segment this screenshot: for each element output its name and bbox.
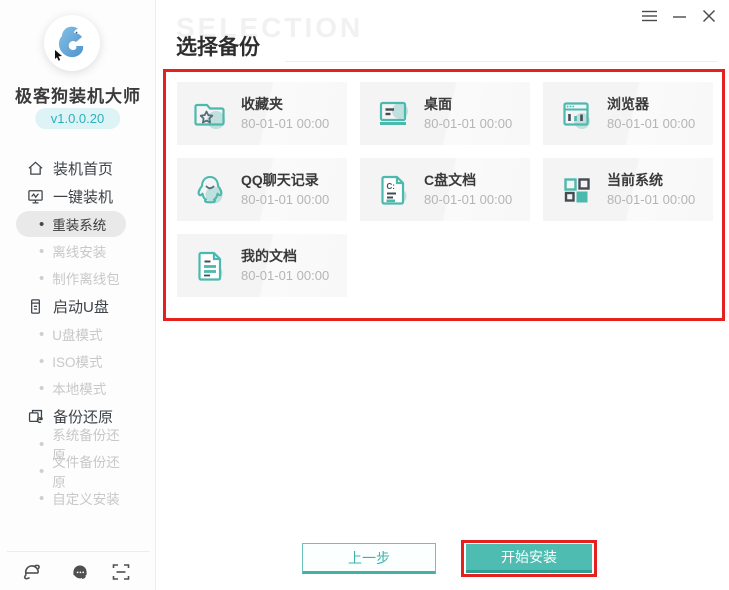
bullet-icon: •: [39, 491, 44, 506]
sidebar-item-label: 装机首页: [53, 158, 113, 179]
sidebar-item-label: ISO模式: [52, 351, 102, 371]
sidebar-item-section-5[interactable]: 启动U盘: [0, 292, 156, 320]
sidebar-item-4[interactable]: • 制作离线包: [16, 265, 126, 291]
desktop-icon: [373, 94, 413, 134]
app-title: 极客狗装机大师: [0, 82, 156, 107]
backup-card-title: 桌面: [424, 97, 512, 111]
sidebar-item-8[interactable]: • 本地模式: [16, 375, 126, 401]
sidebar-divider: [7, 551, 149, 552]
bullet-icon: •: [39, 271, 44, 286]
menu-icon[interactable]: [639, 6, 659, 26]
sidebar-item-label: 本地模式: [52, 378, 106, 398]
window-controls: [639, 6, 719, 26]
sidebar-item-label: 一键装机: [53, 186, 113, 207]
app-logo: [44, 15, 100, 71]
backup-card-title: QQ聊天记录: [241, 173, 329, 187]
backup-card-title: C盘文档: [424, 173, 512, 187]
usb-drive-icon: [27, 298, 44, 315]
backup-card-title: 收藏夹: [241, 97, 329, 111]
page-title: 选择备份: [176, 31, 260, 61]
sidebar-footer: [0, 560, 156, 586]
bullet-icon: •: [39, 437, 44, 452]
qr-scan-icon[interactable]: [111, 562, 131, 582]
sidebar-item-3[interactable]: • 离线安装: [16, 238, 126, 264]
sidebar-item-12[interactable]: • 自定义安装: [16, 485, 126, 511]
svg-text:C:: C:: [387, 182, 395, 191]
backup-card-1[interactable]: 桌面 80-01-01 00:00: [360, 82, 530, 145]
bullet-icon: •: [39, 244, 44, 259]
backup-card-5[interactable]: 当前系统 80-01-01 00:00: [543, 158, 713, 221]
my-documents-icon: [190, 246, 230, 286]
minimize-icon[interactable]: [669, 6, 689, 26]
sidebar-item-label: 制作离线包: [52, 268, 120, 288]
backup-card-timestamp: 80-01-01 00:00: [241, 117, 329, 130]
backup-card-title: 当前系统: [607, 173, 695, 187]
favorites-folder-icon: [190, 94, 230, 134]
close-icon[interactable]: [699, 6, 719, 26]
sidebar-item-label: 自定义安装: [52, 488, 120, 508]
title-underline: [285, 61, 717, 62]
sidebar-item-label: 重装系统: [52, 214, 106, 234]
sidebar: 极客狗装机大师 v1.0.0.20 装机首页一键装机 • 重装系统 • 离线安装 • 制作离…: [0, 0, 156, 590]
monitor-icon: [27, 188, 44, 205]
sidebar-item-section-1[interactable]: 一键装机: [0, 182, 156, 210]
qq-chat-icon: [190, 170, 230, 210]
bullet-icon: •: [39, 354, 44, 369]
start-install-button[interactable]: 开始安装: [466, 544, 592, 573]
bullet-icon: •: [39, 464, 44, 479]
sidebar-item-label: U盘模式: [52, 324, 102, 344]
backup-restore-icon: [27, 408, 44, 425]
backup-card-title: 浏览器: [607, 97, 695, 111]
version-badge: v1.0.0.20: [35, 108, 121, 129]
home-icon: [27, 160, 44, 177]
backup-card-timestamp: 80-01-01 00:00: [607, 117, 695, 130]
backup-card-2[interactable]: 浏览器 80-01-01 00:00: [543, 82, 713, 145]
previous-step-button[interactable]: 上一步: [302, 543, 436, 574]
sidebar-item-label: 离线安装: [52, 241, 106, 261]
backup-card-3[interactable]: QQ聊天记录 80-01-01 00:00: [177, 158, 347, 221]
ie-browser-icon[interactable]: [22, 562, 42, 582]
sidebar-item-2[interactable]: • 重装系统: [16, 211, 126, 237]
sidebar-menu: 装机首页一键装机•重装系统•离线安装•制作离线包启动U盘•U盘模式•ISO模式•…: [0, 154, 156, 512]
backup-card-timestamp: 80-01-01 00:00: [607, 193, 695, 206]
sidebar-item-label: 文件备份还原: [52, 451, 126, 491]
sidebar-item-7[interactable]: • ISO模式: [16, 348, 126, 374]
bullet-icon: •: [39, 217, 44, 232]
c-drive-doc-icon: C:: [373, 170, 413, 210]
browser-icon: [556, 94, 596, 134]
mouse-cursor-icon: [54, 50, 63, 61]
backup-card-0[interactable]: 收藏夹 80-01-01 00:00: [177, 82, 347, 145]
sidebar-item-label: 启动U盘: [53, 296, 109, 317]
backup-card-6[interactable]: 我的文档 80-01-01 00:00: [177, 234, 347, 297]
sidebar-item-6[interactable]: • U盘模式: [16, 321, 126, 347]
bullet-icon: •: [39, 327, 44, 342]
backup-card-timestamp: 80-01-01 00:00: [424, 193, 512, 206]
bullet-icon: •: [39, 381, 44, 396]
current-system-icon: [556, 170, 596, 210]
backup-card-timestamp: 80-01-01 00:00: [424, 117, 512, 130]
backup-card-timestamp: 80-01-01 00:00: [241, 269, 329, 282]
backup-card-timestamp: 80-01-01 00:00: [241, 193, 329, 206]
sidebar-item-section-0[interactable]: 装机首页: [0, 154, 156, 182]
support-headset-icon[interactable]: [70, 562, 90, 582]
backup-cards-grid: 收藏夹 80-01-01 00:00 桌面 80-01-01 00:00 浏览器 80-0…: [177, 82, 715, 297]
backup-card-title: 我的文档: [241, 249, 329, 263]
backup-card-4[interactable]: C: C盘文档 80-01-01 00:00: [360, 158, 530, 221]
sidebar-item-11[interactable]: •文件备份还原: [16, 458, 126, 484]
